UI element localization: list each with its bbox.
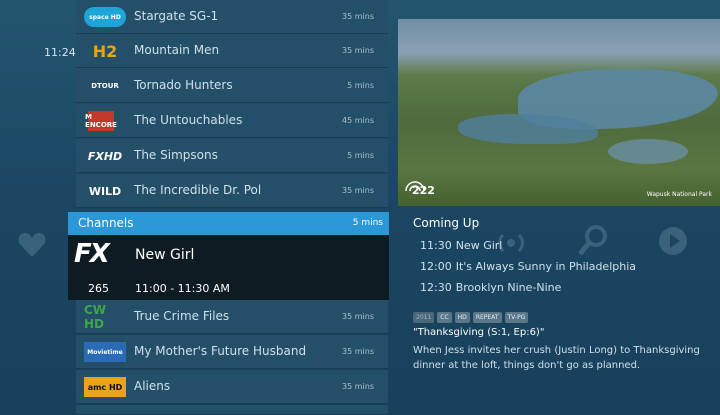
channel-logo-space: space HD — [84, 7, 126, 27]
channels-duration: 5 mins — [352, 218, 383, 228]
coming-up-title: New Girl — [455, 239, 503, 252]
guide-row-untouchables[interactable]: M ENCORE The Untouchables 45 mins — [76, 104, 388, 138]
rating-badges: 2011 CC HD REPEAT TV-PG — [413, 312, 529, 323]
program-duration: 5 mins — [347, 151, 374, 160]
heart-icon[interactable] — [18, 232, 46, 258]
coming-up-title: Brooklyn Nine-Nine — [455, 281, 562, 294]
channel-badge: 222 — [412, 184, 435, 197]
guide-row-future-husband[interactable]: Movietime My Mother's Future Husband 35 … — [76, 335, 388, 369]
episode-description: When Jess invites her crush (Justin Long… — [413, 345, 700, 371]
coming-up-heading: Coming Up — [413, 216, 480, 230]
channels-header-bar[interactable]: Channels 5 mins — [68, 212, 389, 235]
program-duration: 35 mins — [342, 382, 374, 391]
coming-up-time: 12:30 — [420, 281, 452, 294]
program-title: True Crime Files — [134, 309, 230, 323]
badge-rating: TV-PG — [504, 312, 529, 323]
program-duration: 5 mins — [347, 81, 374, 90]
badge-hd: HD — [454, 312, 470, 323]
program-duration: 45 mins — [342, 116, 374, 125]
program-title: Stargate SG-1 — [134, 9, 219, 23]
selected-title: New Girl — [135, 247, 195, 263]
badge-cc: CC — [437, 312, 452, 323]
program-duration: 35 mins — [342, 12, 374, 21]
program-title: The Incredible Dr. Pol — [134, 183, 262, 197]
program-title: Mountain Men — [134, 43, 220, 57]
channel-logo-cw: CW HD — [84, 303, 107, 331]
program-title: The Simpsons — [134, 148, 218, 162]
fx-logo: FX — [74, 239, 110, 269]
program-title: My Mother's Future Husband — [134, 344, 307, 358]
program-duration: 35 mins — [342, 186, 374, 195]
guide-row-tornado-hunters[interactable]: DTOUR Tornado Hunters 5 mins — [76, 69, 388, 103]
channels-label: Channels — [78, 216, 134, 230]
channel-number: 265 — [88, 282, 109, 295]
badge-repeat: REPEAT — [472, 312, 502, 323]
selected-program[interactable]: FX New Girl 265 11:00 - 11:30 AM — [68, 235, 389, 300]
program-title: The Untouchables — [134, 113, 243, 127]
guide-row-simpsons[interactable]: FXHD The Simpsons 5 mins — [76, 139, 388, 173]
search-icon[interactable] — [578, 225, 608, 257]
program-guide: space HD Stargate SG-1 35 mins H2 Mounta… — [76, 0, 388, 415]
program-duration: 35 mins — [342, 46, 374, 55]
video-preview[interactable]: 222 Wapusk National Park — [398, 19, 720, 206]
guide-row-mountain-men[interactable]: H2 Mountain Men 35 mins — [76, 34, 388, 68]
current-time: 11:24 — [44, 46, 76, 59]
program-duration: 35 mins — [342, 312, 374, 321]
channel-logo-dtour: DTOUR — [91, 82, 119, 90]
program-duration: 35 mins — [342, 347, 374, 356]
channel-logo-amc: amc HD — [84, 377, 126, 397]
preview-scene — [608, 139, 688, 164]
program-title: Aliens — [134, 379, 171, 393]
coming-up-time: 11:30 — [420, 239, 452, 252]
channel-logo-natgeo-wild: WILD — [88, 184, 122, 198]
channel-logo-movietime: Movietime — [84, 342, 126, 362]
program-title: Tornado Hunters — [134, 78, 233, 92]
coming-up-time: 12:00 — [420, 260, 452, 273]
coming-up-item[interactable]: 11:30 New Girl — [420, 239, 502, 252]
preview-caption: Wapusk National Park — [646, 191, 712, 198]
time-slot: 11:00 - 11:30 AM — [135, 282, 230, 295]
guide-row-aliens[interactable]: amc HD Aliens 35 mins — [76, 370, 388, 404]
channel-logo-h2: H2 — [92, 41, 118, 61]
guide-row-stargate[interactable]: space HD Stargate SG-1 35 mins — [76, 0, 388, 34]
channel-logo-fxhd: FXHD — [87, 149, 123, 163]
coming-up-title: It's Always Sunny in Philadelphia — [455, 260, 637, 273]
coming-up-item[interactable]: 12:30 Brooklyn Nine-Nine — [420, 281, 561, 294]
play-icon[interactable] — [658, 226, 688, 256]
guide-row-true-crime[interactable]: CW HD True Crime Files 35 mins — [76, 300, 388, 334]
guide-row-partial — [76, 405, 388, 415]
badge-year: 2011 — [413, 312, 435, 323]
channel-logo-encore: M ENCORE — [85, 111, 117, 131]
guide-row-dr-pol[interactable]: WILD The Incredible Dr. Pol 35 mins — [76, 174, 388, 208]
coming-up-item[interactable]: 12:00 It's Always Sunny in Philadelphia — [420, 260, 636, 273]
episode-title: "Thanksgiving (S:1, Ep:6)" — [413, 327, 545, 338]
